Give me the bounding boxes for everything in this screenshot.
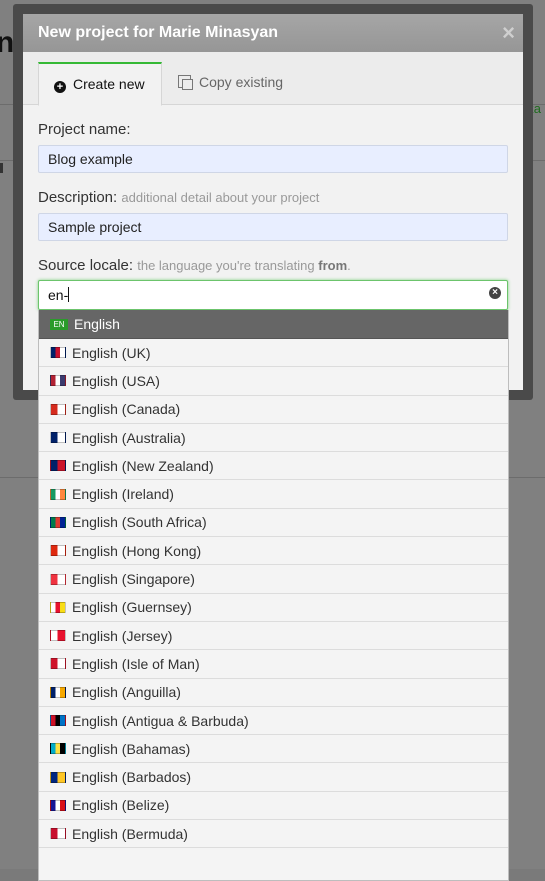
locale-option[interactable]: English (UK) <box>39 339 508 368</box>
locale-dropdown: EN English English (UK) English (USA) Englis… <box>38 310 509 881</box>
locale-option-label: English (South Africa) <box>72 514 207 531</box>
locale-option[interactable]: English (Isle of Man) <box>39 650 508 679</box>
locale-option-label: English (Guernsey) <box>72 599 192 616</box>
description-label: Description: additional detail about you… <box>38 189 508 206</box>
locale-option[interactable]: English (New Zealand) <box>39 452 508 481</box>
close-icon[interactable]: × <box>502 14 515 52</box>
locale-option[interactable]: English (Barbados) <box>39 763 508 792</box>
locale-option-label: English <box>74 316 120 332</box>
tab-label: Copy existing <box>199 74 284 90</box>
flag-ai-icon <box>50 686 66 698</box>
hint-text: the language you're translating <box>137 258 315 273</box>
description-label-text: Description: <box>38 189 118 206</box>
source-locale-hint: the language you're translating from. <box>137 258 351 273</box>
project-name-field[interactable]: Blog example <box>38 145 508 173</box>
locale-option[interactable]: English (Hong Kong) <box>39 537 508 566</box>
hint-text: . <box>347 258 351 273</box>
flag-je-icon <box>50 630 66 642</box>
source-locale-label: Source locale: the language you're trans… <box>38 257 508 274</box>
locale-option[interactable]: English (Anguilla) <box>39 678 508 707</box>
tab-create-new[interactable]: + Create new <box>38 62 162 106</box>
locale-option[interactable]: English (South Africa) <box>39 508 508 538</box>
locale-option-label: English (Bermuda) <box>72 825 188 842</box>
flag-bs-icon <box>50 743 66 755</box>
source-locale-input[interactable]: en- × <box>38 280 508 310</box>
flag-bb-icon <box>50 771 66 783</box>
tab-label: Create new <box>73 76 145 92</box>
text-cursor <box>68 287 70 302</box>
flag-ca-icon <box>50 403 66 415</box>
flag-bm-icon <box>50 828 66 840</box>
modal-title: New project for Marie Minasyan <box>38 24 279 41</box>
copy-icon <box>178 75 193 90</box>
flag-bz-icon <box>50 799 66 811</box>
project-name-label: Project name: <box>38 121 131 138</box>
locale-option-label: English (Isle of Man) <box>72 655 200 672</box>
description-hint: additional detail about your project <box>121 190 320 205</box>
locale-option-label: English (Ireland) <box>72 486 174 503</box>
locale-option[interactable]: English (Jersey) <box>39 621 508 651</box>
locale-option[interactable]: English (Bahamas) <box>39 735 508 764</box>
tab-bar: + Create new Copy existing <box>23 52 523 106</box>
source-locale-value: en- <box>48 287 69 303</box>
locale-option[interactable]: English (USA) <box>39 367 508 396</box>
hint-bold: from <box>318 258 348 273</box>
flag-gg-icon <box>50 601 66 613</box>
locale-option-label: English (Singapore) <box>72 571 195 588</box>
locale-option-label: English (Jersey) <box>72 627 173 644</box>
source-locale-label-text: Source locale: <box>38 257 134 274</box>
plus-circle-icon: + <box>54 81 66 93</box>
flag-nz-icon <box>50 460 66 472</box>
locale-option-label: English (Australia) <box>72 429 186 446</box>
locale-option[interactable]: English (Singapore) <box>39 565 508 594</box>
locale-option[interactable]: English (Belize) <box>39 791 508 821</box>
locale-option-label: English (Anguilla) <box>72 684 181 701</box>
flag-uk-icon <box>50 347 66 359</box>
language-badge-icon: EN <box>50 318 68 330</box>
flag-au-icon <box>50 432 66 444</box>
locale-option[interactable]: English (Ireland) <box>39 480 508 509</box>
background-marker <box>0 163 3 173</box>
flag-hk-icon <box>50 545 66 557</box>
locale-option[interactable]: English (Antigua & Barbuda) <box>39 706 508 736</box>
locale-option-label: English (UK) <box>72 344 151 361</box>
locale-option-label: English (Belize) <box>72 797 170 814</box>
description-field[interactable]: Sample project <box>38 213 508 241</box>
flag-ag-icon <box>50 715 66 726</box>
locale-option-label: English (Canada) <box>72 401 181 418</box>
locale-option[interactable]: English (Bermuda) <box>39 820 508 849</box>
locale-option[interactable]: English (Australia) <box>39 423 508 453</box>
flag-im-icon <box>50 658 66 670</box>
flag-ie-icon <box>50 488 66 500</box>
locale-option[interactable]: English (Guernsey) <box>39 593 508 622</box>
modal-header: New project for Marie Minasyan × <box>23 14 523 52</box>
locale-option[interactable]: EN English <box>39 310 508 339</box>
flag-za-icon <box>50 516 66 528</box>
locale-option[interactable]: English (Canada) <box>39 395 508 424</box>
locale-option-label: English (Bahamas) <box>72 740 191 757</box>
locale-option-label: English (Antigua & Barbuda) <box>72 712 249 729</box>
locale-option-label: English (USA) <box>72 372 160 389</box>
tab-copy-existing[interactable]: Copy existing <box>163 62 298 103</box>
clear-icon[interactable]: × <box>489 287 501 299</box>
locale-option-label: English (Barbados) <box>72 769 192 786</box>
locale-option-label: English (New Zealand) <box>72 457 214 474</box>
locale-option-label: English (Hong Kong) <box>72 542 202 559</box>
flag-us-icon <box>50 375 66 387</box>
project-form: Project name: Blog example Description: … <box>23 121 523 274</box>
flag-sg-icon <box>50 573 66 585</box>
